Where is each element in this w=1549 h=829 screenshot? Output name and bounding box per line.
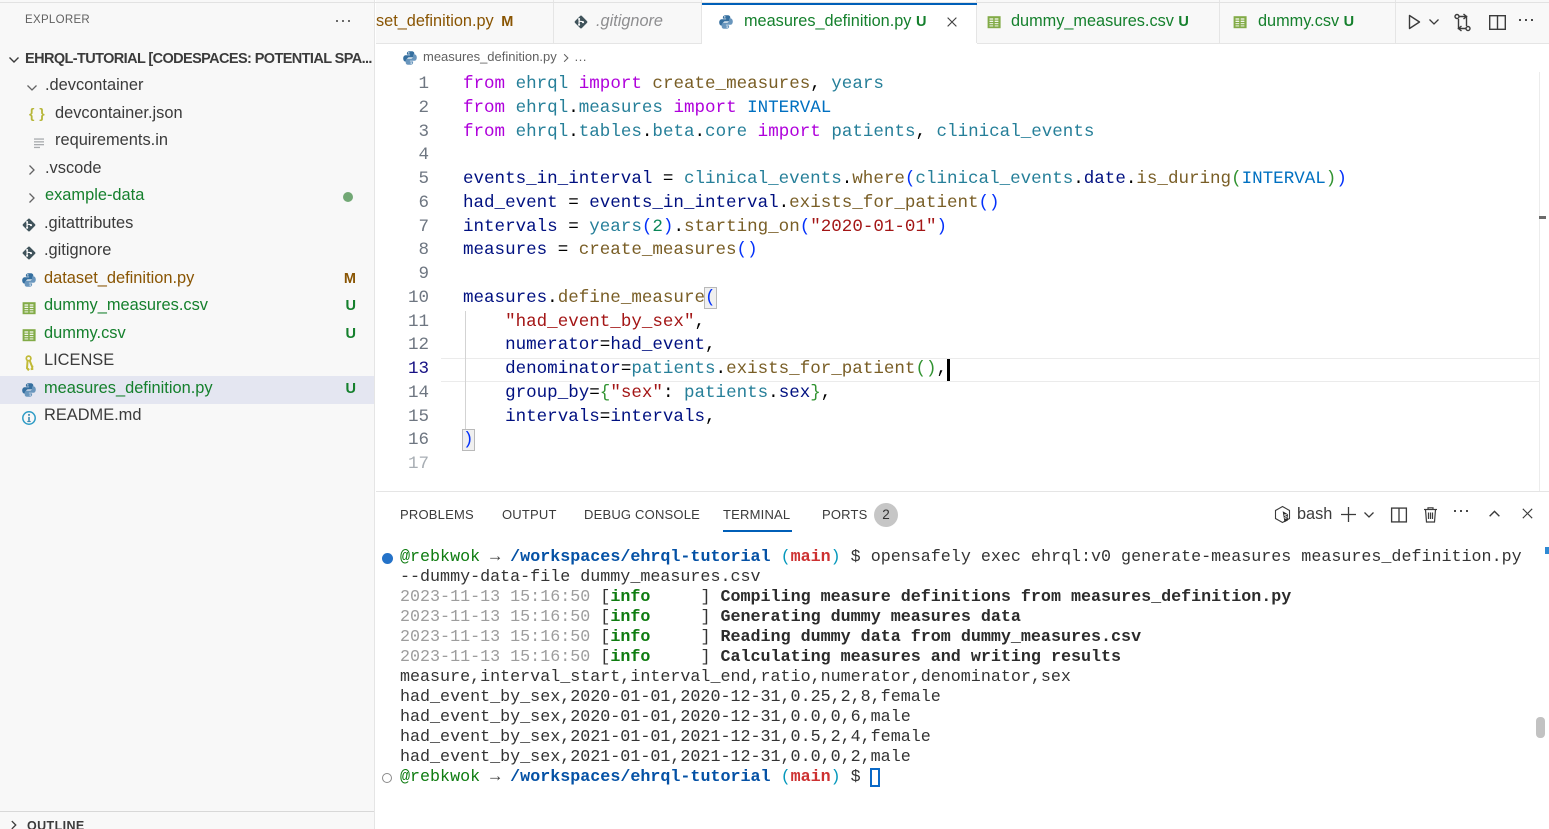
svg-text:$: $ — [1284, 514, 1288, 521]
